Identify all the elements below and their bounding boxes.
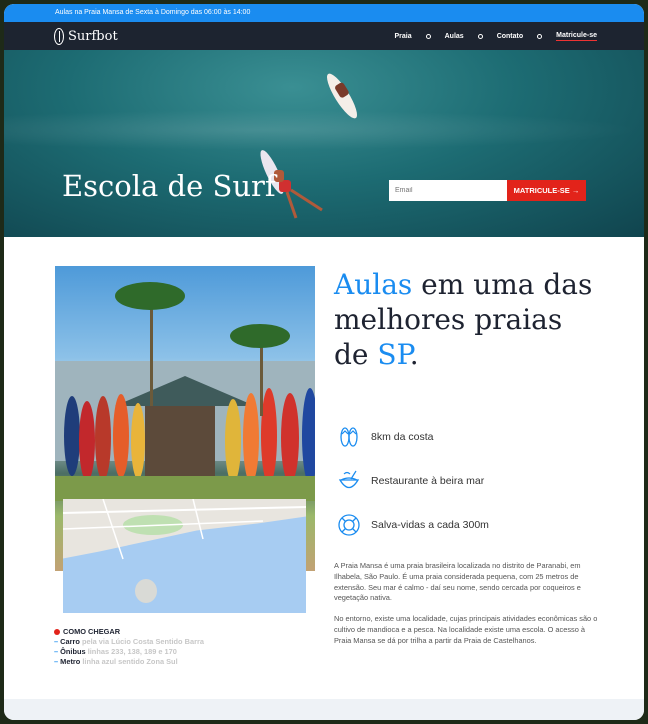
map-streets [63,499,306,560]
nav-separator-icon [537,33,543,39]
nav-link-aulas[interactable]: Aulas [445,33,464,40]
headline-period: . [409,338,419,371]
feature-item: Restaurante à beira mar [337,468,489,493]
hero-banner: Escola de Surf MATRICULE-SE → [4,50,644,237]
email-input[interactable] [389,180,507,201]
direction-item: – Ônibus linhas 233, 138, 189 e 170 [54,647,204,657]
directions-title: COMO CHEGAR [54,627,204,637]
nav-link-matricule[interactable]: Matricule-se [556,32,597,41]
direction-detail: pela via Lúcio Costa Sentido Barra [81,637,204,646]
enroll-button[interactable]: MATRICULE-SE → [507,180,586,201]
nav-link-praia[interactable]: Praia [395,33,412,40]
feature-list: 8km da costa Restaurante à beira mar Sal… [337,424,489,556]
feature-label: Salva-vidas a cada 300m [371,518,489,531]
surfboard-logo-icon [54,27,64,45]
map-pin-icon [54,629,60,635]
beach-description: A Praia Mansa é uma praia brasileira loc… [334,561,599,657]
feature-item: 8km da costa [337,424,489,449]
direction-item: – Carro pela via Lúcio Costa Sentido Bar… [54,637,204,647]
brand-name: Surfbot [68,28,118,44]
navbar: Surfbot Praia Aulas Contato Matricule-se [4,22,644,50]
headline-highlight-sp: SP [377,338,410,371]
nav-separator-icon [425,33,431,39]
hero-title: Escola de Surf [62,169,276,203]
headline-highlight: Aulas [334,268,413,301]
announcement-text: Aulas na Praia Mansa de Sexta à Domingo … [55,9,251,16]
nav-separator-icon [477,33,483,39]
announcement-bar: Aulas na Praia Mansa de Sexta à Domingo … [4,4,644,22]
coconut-drink-icon [337,469,361,493]
footer [4,699,644,720]
nav-link-contato[interactable]: Contato [497,33,523,40]
description-paragraph: No entorno, existe uma localidade, cujas… [334,614,598,645]
lifebuoy-icon [337,513,361,537]
feature-label: Restaurante à beira mar [371,474,485,487]
location-map[interactable] [63,499,306,613]
logo[interactable]: Surfbot [54,26,118,46]
direction-item: – Metro linha azul sentido Zona Sul [54,657,204,667]
page-frame: Aulas na Praia Mansa de Sexta à Domingo … [4,4,644,720]
surfers-illustration [260,73,358,219]
direction-mode: Metro [60,657,81,666]
direction-mode: Ônibus [60,647,86,656]
feature-label: 8km da costa [371,430,434,443]
main-nav: Praia Aulas Contato Matricule-se [395,22,597,50]
description-paragraph: A Praia Mansa é uma praia brasileira loc… [334,561,581,603]
main-content: Aulas em uma das melhores praias de SP. … [4,237,644,698]
directions: COMO CHEGAR – Carro pela via Lúcio Costa… [54,627,204,667]
flip-flops-icon [337,425,361,449]
direction-detail: linhas 233, 138, 189 e 170 [87,647,177,656]
feature-item: Salva-vidas a cada 300m [337,512,489,537]
directions-title-text: COMO CHEGAR [63,627,121,636]
direction-mode: Carro [60,637,80,646]
signup-form: MATRICULE-SE → [389,180,586,201]
section-headline: Aulas em uma das melhores praias de SP. [334,267,594,372]
direction-detail: linha azul sentido Zona Sul [82,657,178,666]
